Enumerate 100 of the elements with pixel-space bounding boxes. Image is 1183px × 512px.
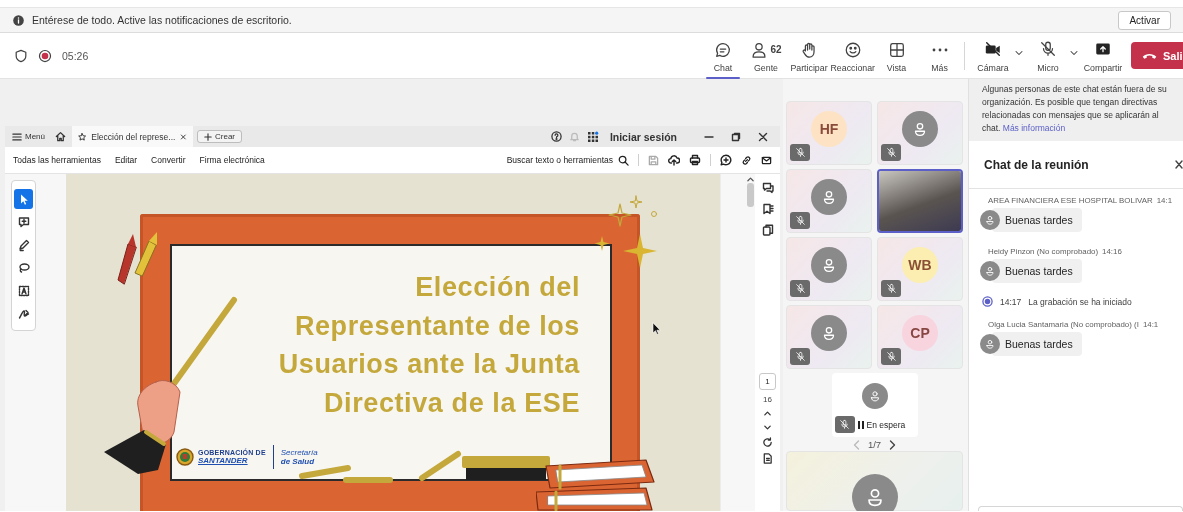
notification-message: Entérese de todo. Active las notificaciones de escritorio. bbox=[32, 14, 292, 26]
more-info-link[interactable]: Más información bbox=[1002, 123, 1066, 133]
raise-hand-button[interactable]: Participar bbox=[787, 32, 831, 79]
close-icon[interactable] bbox=[180, 132, 187, 141]
people-button[interactable]: 62 Gente bbox=[744, 32, 788, 79]
logo-text: de Salud bbox=[280, 457, 316, 466]
file-icon[interactable] bbox=[762, 453, 773, 464]
info-icon bbox=[12, 13, 25, 27]
waiting-label: En espera bbox=[866, 419, 906, 430]
external-participants-notice: Algunas personas de este chat están fuera de su organización. Es posible que tengan directivas relacionadas con mensajes que se aplicarán al chat. Más información bbox=[969, 79, 1183, 141]
view-button[interactable]: Vista bbox=[875, 32, 918, 79]
slide-title-line: Representante de los bbox=[293, 309, 580, 343]
react-button[interactable]: Reaccionar bbox=[830, 32, 875, 79]
search-icon[interactable] bbox=[618, 154, 629, 166]
participant-tile[interactable]: CP bbox=[877, 305, 963, 369]
slide-title-line: Directiva de la ESE bbox=[322, 386, 580, 420]
emblem-icon bbox=[176, 448, 194, 466]
message-field[interactable] bbox=[978, 506, 1183, 511]
chat-button[interactable]: Chat bbox=[701, 32, 745, 79]
logo-text: SANTANDER bbox=[198, 456, 249, 465]
microphone-off-icon bbox=[794, 283, 806, 294]
next-page-icon[interactable] bbox=[889, 439, 897, 450]
message-bubble: Buenas tardes bbox=[992, 208, 1082, 232]
plus-icon bbox=[204, 132, 212, 141]
system-message: La grabación se ha iniciado bbox=[1028, 296, 1132, 307]
bookmark-icon[interactable] bbox=[761, 203, 774, 215]
gallery-page-indicator: 1/7 bbox=[867, 439, 882, 450]
logo-text: Secretaría bbox=[280, 448, 318, 457]
apps-icon[interactable] bbox=[586, 130, 599, 143]
leave-button[interactable]: Sali bbox=[1131, 42, 1183, 69]
lasso-icon bbox=[16, 261, 31, 275]
slide-title-line: Elección del bbox=[414, 271, 580, 304]
hand-icon bbox=[800, 40, 818, 59]
participant-tile[interactable]: WB bbox=[877, 237, 963, 301]
home-icon[interactable] bbox=[55, 131, 66, 142]
restore-icon[interactable] bbox=[731, 131, 741, 142]
initials-avatar: WB bbox=[902, 247, 938, 283]
page-up-icon[interactable] bbox=[763, 409, 772, 418]
pages-icon[interactable] bbox=[761, 224, 774, 236]
comment-add-icon[interactable] bbox=[720, 154, 732, 166]
menu-item[interactable]: Editar bbox=[114, 155, 138, 165]
mail-icon[interactable] bbox=[761, 154, 772, 166]
page-total: 16 bbox=[763, 395, 772, 404]
comment-icon bbox=[16, 215, 31, 229]
signature-icon bbox=[16, 307, 31, 321]
microphone-off-icon bbox=[794, 351, 806, 362]
waiting-participant-tile[interactable]: En espera bbox=[831, 373, 918, 437]
hamburger-icon bbox=[12, 131, 22, 142]
document-tab[interactable]: Elección del represe... bbox=[72, 126, 193, 147]
system-message-time: 14:17 bbox=[1000, 296, 1022, 307]
more-icon bbox=[931, 47, 948, 52]
activate-button[interactable]: Activar bbox=[1118, 10, 1171, 30]
share-button[interactable]: Compartir bbox=[1083, 32, 1123, 79]
microphone-off-icon bbox=[885, 351, 897, 362]
upload-cloud-icon[interactable] bbox=[668, 154, 680, 166]
text-select-icon bbox=[16, 284, 31, 298]
close-icon[interactable] bbox=[1175, 160, 1183, 169]
participant-count: 62 bbox=[770, 44, 782, 55]
participant-tile[interactable]: HF bbox=[786, 101, 872, 165]
print-icon[interactable] bbox=[689, 154, 701, 166]
select-tool[interactable] bbox=[14, 189, 33, 209]
microphone-off-icon bbox=[794, 147, 806, 158]
microphone-button[interactable]: Micro bbox=[1028, 32, 1068, 79]
shield-icon bbox=[14, 48, 28, 63]
initials-avatar: CP bbox=[902, 315, 938, 351]
create-button[interactable]: Crear bbox=[197, 130, 243, 143]
more-button[interactable]: Más bbox=[918, 32, 961, 79]
slide-title-line: Usuarios ante la Junta bbox=[277, 348, 580, 381]
help-icon[interactable] bbox=[550, 131, 562, 142]
mouse-pointer-icon bbox=[652, 322, 661, 335]
comments-icon[interactable] bbox=[761, 182, 774, 194]
chat-icon bbox=[714, 40, 732, 59]
microphone-off-icon bbox=[839, 419, 850, 430]
scroll-up-icon[interactable] bbox=[746, 176, 754, 182]
message-bubble: Buenas tardes bbox=[992, 259, 1082, 283]
camera-button[interactable]: Cámara bbox=[973, 32, 1013, 79]
microphone-off-icon bbox=[794, 215, 806, 226]
recording-started-icon bbox=[982, 296, 993, 307]
chat-panel-title: Chat de la reunión bbox=[984, 157, 1090, 172]
smiley-icon bbox=[843, 40, 862, 59]
link-icon[interactable] bbox=[741, 154, 752, 166]
initials-avatar: HF bbox=[811, 111, 847, 147]
menu-item[interactable]: Firma electrónica bbox=[199, 155, 265, 165]
star-icon[interactable] bbox=[78, 131, 87, 142]
menu-button[interactable]: Menú bbox=[12, 131, 45, 142]
close-icon[interactable] bbox=[758, 131, 768, 142]
microphone-off-icon bbox=[885, 147, 897, 158]
scrollbar-thumb[interactable] bbox=[746, 183, 754, 207]
menu-item[interactable]: Convertir bbox=[151, 155, 186, 165]
pen-icon bbox=[16, 238, 31, 252]
page-down-icon[interactable] bbox=[763, 423, 772, 432]
message-bubble: Buenas tardes bbox=[992, 332, 1082, 356]
on-hold-icon bbox=[857, 420, 864, 429]
selection-underline bbox=[706, 76, 740, 79]
page-number-field[interactable]: 1 bbox=[759, 373, 776, 390]
menu-item[interactable]: Todas las herramientas bbox=[13, 155, 101, 165]
sign-in-button[interactable]: Iniciar sesión bbox=[609, 130, 677, 143]
grid-icon bbox=[887, 40, 906, 59]
rotate-icon[interactable] bbox=[762, 437, 773, 448]
search-label: Buscar texto o herramientas bbox=[506, 155, 613, 165]
